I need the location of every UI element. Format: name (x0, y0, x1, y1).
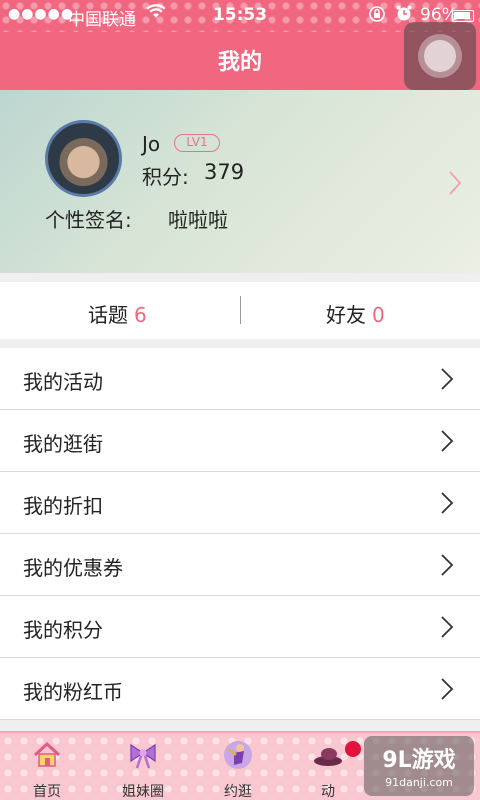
bow-icon (130, 743, 156, 769)
menu-item-points[interactable]: 我的积分 (0, 596, 480, 658)
chevron-right-icon (441, 616, 454, 638)
chevron-right-icon (441, 554, 454, 576)
chevron-right-icon (441, 678, 454, 700)
menu-item-label: 我的优惠券 (23, 556, 123, 580)
points-label: 积分: (142, 165, 189, 189)
stats-bar: 话题 6 好友 0 (0, 282, 480, 339)
topics-label: 话题 (88, 303, 128, 327)
tab-label: 约逛 (224, 784, 252, 800)
menu-item-label: 我的逛街 (23, 432, 103, 456)
tab-dating[interactable]: 约逛 (198, 739, 278, 800)
chevron-right-icon (441, 492, 454, 514)
topics-stat[interactable]: 话题 6 (88, 299, 147, 328)
friends-stat[interactable]: 好友 0 (326, 299, 385, 328)
chevron-right-icon (441, 430, 454, 452)
assistive-touch-ring-inner (424, 40, 456, 72)
battery-icon (452, 10, 474, 22)
watermark: 9L游戏 91danji.com (364, 736, 474, 796)
rotation-lock-icon (368, 5, 386, 27)
signature-label: 个性签名: (45, 208, 132, 232)
level-badge: LV1 (174, 134, 220, 152)
tab-label: 动 (321, 784, 335, 800)
menu-item-coupons[interactable]: 我的优惠券 (0, 534, 480, 596)
menu-item-label: 我的粉红币 (23, 680, 123, 704)
chevron-right-icon[interactable] (448, 170, 462, 196)
chevron-right-icon (441, 368, 454, 390)
points-value: 379 (204, 160, 245, 184)
assistive-touch-button[interactable] (404, 22, 476, 90)
tab-home[interactable]: 首页 (7, 739, 87, 800)
girl-icon (224, 741, 252, 769)
menu-item-pink-coins[interactable]: 我的粉红币 (0, 658, 480, 720)
watermark-main: 9L游戏 (382, 748, 456, 773)
profile-card[interactable]: Jo LV1 积分: 379 个性签名: 啦啦啦 (0, 90, 480, 273)
menu-item-label: 我的积分 (23, 618, 103, 642)
avatar[interactable] (45, 120, 122, 197)
signature-value: 啦啦啦 (168, 208, 228, 232)
menu-item-discounts[interactable]: 我的折扣 (0, 472, 480, 534)
watermark-sub: 91danji.com (385, 776, 453, 789)
stats-divider (240, 296, 241, 324)
hat-icon (314, 748, 342, 766)
tab-label: 首页 (33, 784, 61, 800)
notification-dot (345, 741, 361, 757)
menu-list: 我的活动 我的逛街 我的折扣 我的优惠券 我的积分 我的粉红币 (0, 348, 480, 720)
tab-label: 姐妹圈 (122, 784, 164, 800)
house-icon (33, 741, 61, 767)
friends-label: 好友 (326, 303, 366, 327)
menu-item-label: 我的活动 (23, 370, 103, 394)
tab-sisters[interactable]: 姐妹圈 (103, 739, 183, 800)
friends-count: 0 (372, 303, 385, 327)
username: Jo (142, 132, 161, 156)
topics-count: 6 (134, 303, 147, 327)
menu-item-activities[interactable]: 我的活动 (0, 348, 480, 410)
menu-item-shopping[interactable]: 我的逛街 (0, 410, 480, 472)
menu-item-label: 我的折扣 (23, 494, 103, 518)
